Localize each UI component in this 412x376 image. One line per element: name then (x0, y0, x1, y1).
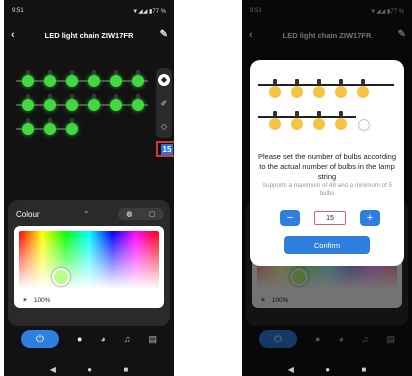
pencil-icon[interactable]: ✎ (160, 28, 168, 42)
bulb-socket (295, 111, 299, 117)
power-icon: ⏻ (36, 333, 44, 345)
nav-back-icon[interactable]: ◀ (288, 365, 294, 374)
bulb-socket (273, 79, 277, 85)
illustration-bulb (291, 86, 303, 98)
bulb[interactable] (66, 99, 78, 111)
phone-screen-dialog: 9:51 ▼◢◢ ▮77 % ‹ LED light chain ZIW17FR… (242, 0, 412, 376)
tool-palette: ◆ ✐ ◇ (156, 68, 172, 138)
status-bar: 9:51 ▼◢◢ ▮77 % (12, 8, 166, 15)
illustration-bulb (313, 118, 325, 130)
system-nav: ◀ ● ■ (4, 362, 174, 376)
illustration-bulb (313, 86, 325, 98)
increment-button[interactable]: + (360, 210, 380, 226)
illustration-bulb (269, 118, 281, 130)
bulb-socket (295, 79, 299, 85)
bulb-socket (317, 79, 321, 85)
status-indicators: ▼◢◢ ▮77 % (132, 9, 166, 15)
bulb[interactable] (22, 123, 34, 135)
music-icon[interactable]: ♫ (124, 334, 131, 344)
bulb[interactable] (22, 75, 34, 87)
bulb-icon[interactable]: ● (77, 334, 82, 344)
bulb-count-button[interactable]: 15 (156, 141, 174, 157)
bulb[interactable] (22, 99, 34, 111)
wire-row-2 (16, 104, 148, 106)
colour-picker-handle[interactable] (52, 268, 70, 286)
brightness-row[interactable]: ☀ 100% (22, 296, 51, 305)
bulb-count-stepper: − + (280, 210, 380, 226)
nav-back-icon[interactable]: ◀ (50, 365, 56, 374)
bulb[interactable] (66, 75, 78, 87)
illustration-bulb (291, 118, 303, 130)
illustration-wire-top (258, 84, 394, 86)
sun-icon: ☀ (22, 297, 28, 304)
bulb[interactable] (88, 99, 100, 111)
illustration-bulb (269, 86, 281, 98)
bulb-count-value: 15 (160, 143, 174, 155)
bulb[interactable] (132, 99, 144, 111)
colour-mode-icon[interactable]: ◍ (126, 210, 132, 218)
colour-picker-card: ☀ 100% (14, 226, 164, 308)
colour-label: Colour (16, 210, 40, 219)
colour-panel: ⌄ Colour ◍ ▢ ☀ 100% (8, 200, 170, 326)
illustration-bulb (335, 118, 347, 130)
bulb[interactable] (66, 123, 78, 135)
phone-screen-main: 9:51 ▼◢◢ ▮77 % ‹ LED light chain ZIW17FR… (4, 0, 174, 376)
illustration-bulb (357, 86, 369, 98)
colour-wheel[interactable] (19, 231, 159, 289)
bulb[interactable] (44, 99, 56, 111)
bulb[interactable] (44, 75, 56, 87)
page-title: LED light chain ZIW17FR (44, 30, 134, 40)
bulb-socket (339, 111, 343, 117)
nav-home-icon[interactable]: ● (87, 365, 92, 374)
timer-icon[interactable]: ▤ (148, 334, 157, 345)
bulb[interactable] (132, 75, 144, 87)
power-button[interactable]: ⏻ (20, 330, 59, 348)
bottom-nav: ⏻ ● ◕ ♫ ▤ (4, 328, 174, 350)
illustration-bulb-off (358, 119, 370, 131)
eraser-icon[interactable]: ◇ (161, 122, 167, 132)
illustration-bulb (335, 86, 347, 98)
nav-home-icon[interactable]: ● (325, 365, 330, 374)
app-bar: ‹ LED light chain ZIW17FR ✎ (4, 28, 174, 42)
brush-icon[interactable]: ✐ (161, 99, 168, 109)
nav-recents-icon[interactable]: ■ (123, 365, 128, 374)
bulb-socket (273, 111, 277, 117)
nav-recents-icon[interactable]: ■ (361, 365, 366, 374)
white-mode-icon[interactable]: ▢ (149, 210, 156, 218)
palette-icon[interactable]: ◕ (100, 334, 105, 344)
status-time: 9:51 (12, 8, 24, 14)
paint-bucket-icon[interactable]: ◆ (158, 74, 170, 87)
dialog-hint: Supports a maximum of 48 and a minimum o… (262, 182, 392, 197)
bulb-socket (317, 111, 321, 117)
bulb-count-dialog: Please set the number of bulbs according… (250, 60, 404, 266)
bulb[interactable] (110, 99, 122, 111)
bulb[interactable] (88, 75, 100, 87)
system-nav: ◀ ● ■ (242, 362, 412, 376)
bulb-socket (339, 79, 343, 85)
confirm-button[interactable]: Confirm (284, 236, 370, 254)
bulb-count-input[interactable] (314, 211, 346, 225)
dialog-message: Please set the number of bulbs according… (258, 152, 396, 181)
decrement-button[interactable]: − (280, 210, 300, 226)
chevron-down-icon[interactable]: ⌄ (83, 206, 90, 215)
wire-row-1 (16, 80, 148, 82)
bulb-socket (361, 79, 365, 85)
mode-toggle: ◍ ▢ (118, 208, 164, 220)
bulb[interactable] (110, 75, 122, 87)
bulb[interactable] (44, 123, 56, 135)
back-arrow-icon[interactable]: ‹ (11, 28, 15, 42)
brightness-value: 100% (33, 296, 51, 304)
